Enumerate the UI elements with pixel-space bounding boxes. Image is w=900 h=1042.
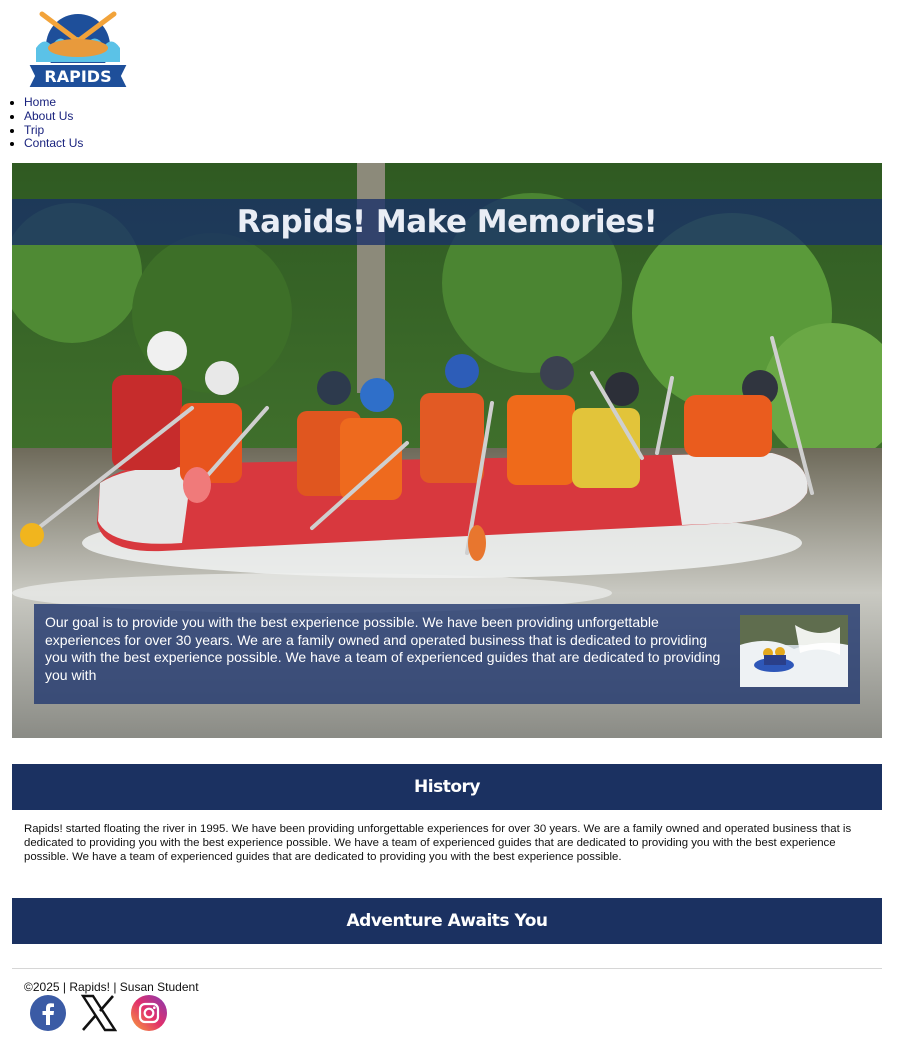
goal-text: Our goal is to provide you with the best… (45, 614, 721, 683)
hero-title-banner: Rapids! Make Memories! (12, 199, 882, 245)
hero-title: Rapids! Make Memories! (236, 204, 658, 240)
rafting-thumbnail-image (740, 615, 848, 687)
nav-item-about: About Us (24, 109, 83, 124)
adventure-heading-bar: Adventure Awaits You (12, 898, 882, 944)
nav-link-trip[interactable]: Trip (24, 123, 44, 137)
history-heading: History (414, 777, 480, 797)
history-heading-bar: History (12, 764, 882, 810)
facebook-icon[interactable] (29, 994, 67, 1032)
hero-section: Rapids! Make Memories! Our goal is to pr… (12, 163, 882, 738)
instagram-icon[interactable] (130, 994, 168, 1032)
nav-link-about[interactable]: About Us (24, 109, 73, 123)
rapids-logo[interactable]: RAPIDS (22, 6, 134, 94)
goal-box: Our goal is to provide you with the best… (34, 604, 860, 704)
nav-item-trip: Trip (24, 123, 83, 138)
footer-copyright: ©2025 | Rapids! | Susan Student (24, 980, 199, 994)
nav-item-home: Home (24, 95, 83, 110)
footer-divider (12, 968, 882, 969)
main-nav: Home About Us Trip Contact Us (8, 95, 83, 151)
adventure-heading: Adventure Awaits You (346, 911, 548, 931)
logo-text: RAPIDS (44, 67, 111, 86)
nav-item-contact: Contact Us (24, 136, 83, 151)
nav-link-contact[interactable]: Contact Us (24, 136, 83, 150)
history-text: Rapids! started floating the river in 19… (24, 823, 852, 863)
x-icon[interactable] (79, 994, 118, 1032)
nav-link-home[interactable]: Home (24, 95, 56, 109)
